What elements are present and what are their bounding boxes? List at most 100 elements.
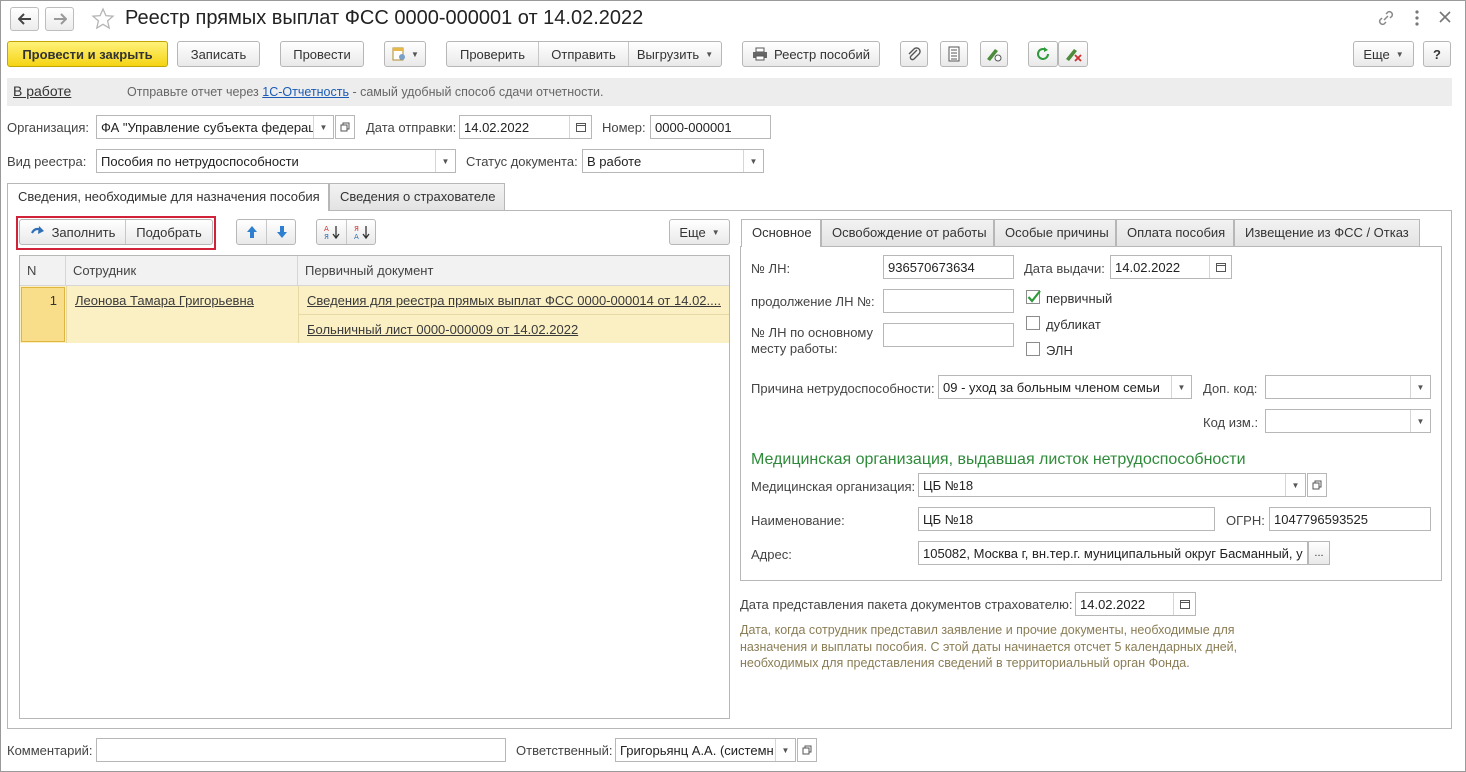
column-header-document[interactable]: Первичный документ bbox=[298, 256, 729, 286]
issue-date-field[interactable]: 14.02.2022 bbox=[1110, 255, 1232, 279]
export-button[interactable]: Выгрузить ▼ bbox=[629, 42, 721, 66]
post-and-close-button[interactable]: Провести и закрыть bbox=[7, 41, 168, 67]
refresh-button[interactable] bbox=[1028, 41, 1058, 67]
help-button[interactable]: ? bbox=[1423, 41, 1451, 67]
responsible-label: Ответственный: bbox=[516, 743, 613, 758]
sick-leave-link[interactable]: Больничный лист 0000-000009 от 14.02.202… bbox=[307, 322, 578, 337]
send-date-field[interactable]: 14.02.2022 bbox=[459, 115, 592, 139]
med-org-value: ЦБ №18 bbox=[923, 478, 974, 493]
address-field[interactable]: 105082, Москва г, вн.тер.г. муниципальны… bbox=[918, 541, 1308, 565]
tab-work-release[interactable]: Освобождение от работы bbox=[821, 219, 994, 246]
number-field[interactable]: 0000-000001 bbox=[650, 115, 771, 139]
ln-label: № ЛН: bbox=[751, 261, 791, 276]
svg-text:Я: Я bbox=[324, 233, 329, 240]
med-org-field[interactable]: ЦБ №18 ▼ bbox=[918, 473, 1306, 497]
send-date-value: 14.02.2022 bbox=[464, 120, 530, 135]
doc-status-field[interactable]: В работе ▼ bbox=[582, 149, 764, 173]
responsible-field[interactable]: Григорьянц А.А. (системн ▼ bbox=[615, 738, 796, 762]
med-org-open-button[interactable] bbox=[1307, 473, 1327, 497]
sign-button[interactable] bbox=[980, 41, 1008, 67]
org-open-button[interactable] bbox=[335, 115, 355, 139]
back-button[interactable] bbox=[10, 7, 39, 31]
pick-button[interactable]: Подобрать bbox=[126, 220, 212, 244]
employee-link[interactable]: Леонова Тамара Григорьевна bbox=[75, 293, 254, 308]
column-header-n[interactable]: N bbox=[20, 256, 66, 286]
comment-field[interactable] bbox=[96, 738, 506, 762]
open-window-icon bbox=[340, 122, 350, 132]
chevron-down-icon[interactable]: ▼ bbox=[743, 150, 763, 172]
status-link[interactable]: В работе bbox=[13, 83, 71, 99]
svg-text:А: А bbox=[324, 225, 329, 233]
employees-table[interactable]: N Сотрудник Первичный документ 1 Леонова… bbox=[19, 255, 730, 719]
create-based-on-button[interactable]: ▼ bbox=[384, 41, 426, 67]
package-date-field[interactable]: 14.02.2022 bbox=[1075, 592, 1196, 616]
chevron-down-icon[interactable]: ▼ bbox=[775, 739, 795, 761]
info-text-after: - самый удобный способ сдачи отчетности. bbox=[348, 85, 604, 99]
favorite-star-icon[interactable] bbox=[91, 7, 115, 34]
calendar-icon[interactable] bbox=[569, 116, 591, 138]
tab-benefit-info[interactable]: Сведения, необходимые для назначения пос… bbox=[7, 183, 329, 211]
ogrn-label: ОГРН: bbox=[1226, 513, 1265, 528]
chevron-down-icon[interactable]: ▼ bbox=[435, 150, 455, 172]
fill-button[interactable]: Заполнить bbox=[20, 220, 125, 244]
sort-desc-button[interactable]: ЯА bbox=[347, 220, 376, 244]
ogrn-field[interactable]: 1047796593525 bbox=[1269, 507, 1431, 531]
forward-button[interactable] bbox=[45, 7, 74, 31]
svg-text:Я: Я bbox=[354, 225, 359, 233]
tab-insurer-info[interactable]: Сведения о страхователе bbox=[329, 183, 505, 210]
left-more-button[interactable]: Еще ▼ bbox=[669, 219, 730, 245]
attach-button[interactable] bbox=[900, 41, 928, 67]
chevron-down-icon: ▼ bbox=[411, 49, 419, 59]
duplicate-checkbox[interactable] bbox=[1026, 316, 1040, 330]
main-job-ln-field[interactable] bbox=[883, 323, 1014, 347]
sort-asc-button[interactable]: АЯ bbox=[317, 220, 346, 244]
tab-fss-notice[interactable]: Извещение из ФСС / Отказ bbox=[1234, 219, 1420, 246]
row-number-cell[interactable]: 1 bbox=[21, 287, 65, 342]
calendar-icon[interactable] bbox=[1173, 593, 1195, 615]
chevron-down-icon[interactable]: ▼ bbox=[1410, 376, 1430, 398]
name-field[interactable]: ЦБ №18 bbox=[918, 507, 1215, 531]
chevron-down-icon[interactable]: ▼ bbox=[1171, 376, 1191, 398]
tab-special-reasons[interactable]: Особые причины bbox=[994, 219, 1116, 246]
close-icon[interactable] bbox=[1438, 10, 1452, 27]
address-edit-button[interactable]: ... bbox=[1308, 541, 1330, 565]
hint-line: необходимых для представления сведений в… bbox=[740, 656, 1190, 670]
registry-type-field[interactable]: Пособия по нетрудоспособности ▼ bbox=[96, 149, 456, 173]
chevron-down-icon[interactable]: ▼ bbox=[313, 116, 333, 138]
more-vertical-icon[interactable] bbox=[1412, 9, 1422, 30]
ln-number-field[interactable]: 936570673634 bbox=[883, 255, 1014, 279]
add-code-field[interactable]: ▼ bbox=[1265, 375, 1431, 399]
tab-main[interactable]: Основное bbox=[741, 219, 821, 247]
tab-benefit-payment[interactable]: Оплата пособия bbox=[1116, 219, 1234, 246]
register-benefits-button[interactable]: Реестр пособий bbox=[742, 41, 880, 67]
send-button[interactable]: Отправить bbox=[539, 42, 628, 66]
check-button[interactable]: Проверить bbox=[447, 42, 538, 66]
column-header-employee[interactable]: Сотрудник bbox=[66, 256, 298, 286]
org-label: Организация: bbox=[7, 120, 90, 135]
reporting-service-link[interactable]: 1С-Отчетность bbox=[262, 85, 349, 99]
calendar-icon[interactable] bbox=[1209, 256, 1231, 278]
clear-sign-button[interactable] bbox=[1058, 41, 1088, 67]
reason-field[interactable]: 09 - уход за больным членом семьи ▼ bbox=[938, 375, 1192, 399]
continuation-field[interactable] bbox=[883, 289, 1014, 313]
responsible-open-button[interactable] bbox=[797, 738, 817, 762]
post-button[interactable]: Провести bbox=[280, 41, 364, 67]
doc-status-label: Статус документа: bbox=[466, 154, 578, 169]
move-down-button[interactable] bbox=[267, 220, 296, 244]
chevron-down-icon[interactable]: ▼ bbox=[1410, 410, 1430, 432]
reason-value: 09 - уход за больным членом семьи bbox=[943, 380, 1160, 395]
change-code-field[interactable]: ▼ bbox=[1265, 409, 1431, 433]
eln-checkbox[interactable] bbox=[1026, 342, 1040, 356]
link-icon[interactable] bbox=[1377, 9, 1395, 30]
arrow-right-icon bbox=[53, 13, 67, 25]
issue-date-label: Дата выдачи: bbox=[1024, 261, 1105, 276]
save-button[interactable]: Записать bbox=[177, 41, 260, 67]
move-up-button[interactable] bbox=[237, 220, 266, 244]
document-link[interactable]: Сведения для реестра прямых выплат ФСС 0… bbox=[307, 293, 721, 308]
doc-status-value: В работе bbox=[587, 154, 642, 169]
primary-checkbox[interactable] bbox=[1026, 290, 1041, 304]
org-field[interactable]: ФА "Управление субъекта федерац ▼ bbox=[96, 115, 334, 139]
chevron-down-icon[interactable]: ▼ bbox=[1285, 474, 1305, 496]
more-button[interactable]: Еще ▼ bbox=[1353, 41, 1414, 67]
report-button[interactable] bbox=[940, 41, 968, 67]
